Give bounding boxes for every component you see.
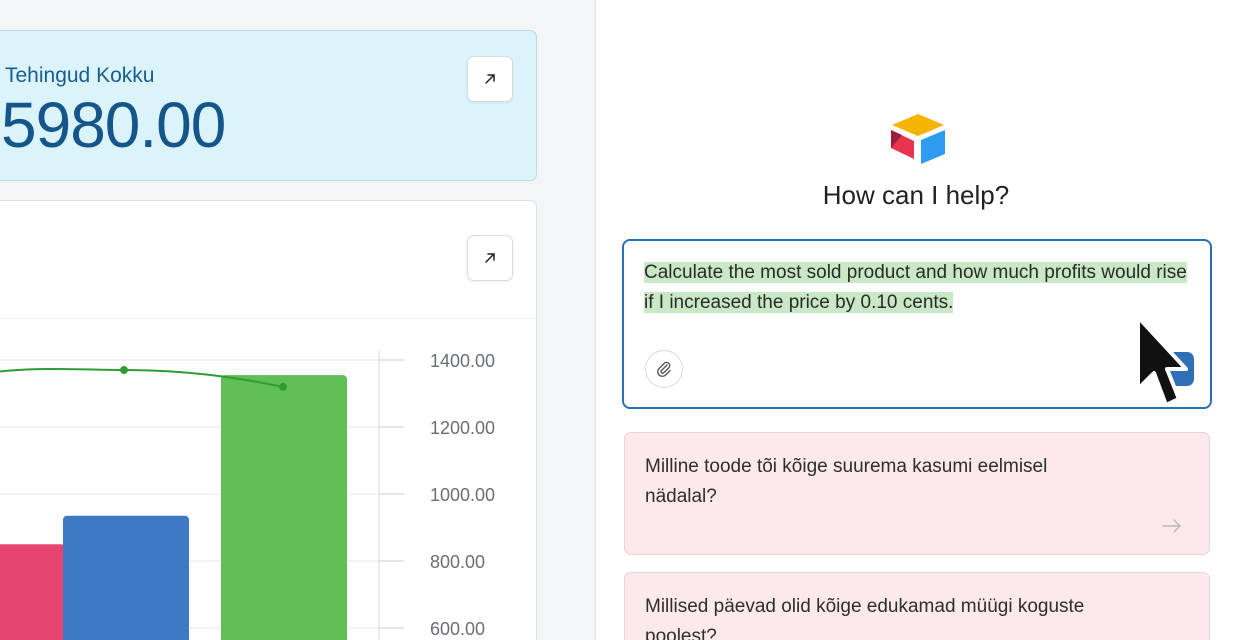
- y-tick-label: 600.00: [430, 619, 485, 639]
- combo-chart: 1400.00 1200.00 1000.00 800.00 600.00: [0, 351, 495, 640]
- prompt-text: Calculate the most sold product and how …: [644, 262, 1187, 313]
- attach-button[interactable]: [645, 350, 683, 388]
- mouse-pointer-icon: [1136, 315, 1188, 407]
- prompt-input[interactable]: Calculate the most sold product and how …: [622, 239, 1212, 409]
- y-tick-label: 800.00: [430, 552, 485, 572]
- assistant-heading: How can I help?: [822, 180, 1010, 210]
- suggestion-card[interactable]: Milline toode tõi kõige suurema kasumi e…: [624, 432, 1210, 555]
- y-tick-label: 1000.00: [430, 485, 495, 505]
- kpi-value: 5980.00: [1, 89, 226, 161]
- paperclip-icon: [657, 361, 671, 378]
- kpi-expand-button[interactable]: [467, 56, 513, 102]
- kpi-card: Tehingud Kokku 5980.00: [0, 30, 537, 181]
- y-tick-label: 1400.00: [430, 351, 495, 371]
- y-tick-label: 1200.00: [430, 418, 495, 438]
- arrow-right-icon: [1162, 519, 1181, 533]
- chart-card: 1400.00 1200.00 1000.00 800.00 600.00: [0, 200, 537, 640]
- suggestion-text: Milline toode tõi kõige suurema kasumi e…: [645, 456, 1048, 507]
- kpi-title: Tehingud Kokku: [5, 64, 155, 87]
- app-window: Tehingud Kokku 5980.00 1400.00 1200.00 100…: [0, 0, 1234, 640]
- dashboard-panel: Tehingud Kokku 5980.00 1400.00 1200.00 100…: [0, 0, 595, 640]
- bar: [63, 515, 189, 640]
- arrow-up-right-icon: [485, 74, 495, 84]
- airtable-logo-icon: [891, 114, 945, 164]
- line-point: [120, 366, 128, 375]
- suggestion-text: Millised päevad olid kõige edukamad müüg…: [645, 596, 1085, 640]
- bar: [221, 375, 347, 640]
- line-point: [279, 382, 287, 391]
- suggestion-card[interactable]: Millised päevad olid kõige edukamad müüg…: [624, 572, 1210, 640]
- bar: [0, 544, 65, 640]
